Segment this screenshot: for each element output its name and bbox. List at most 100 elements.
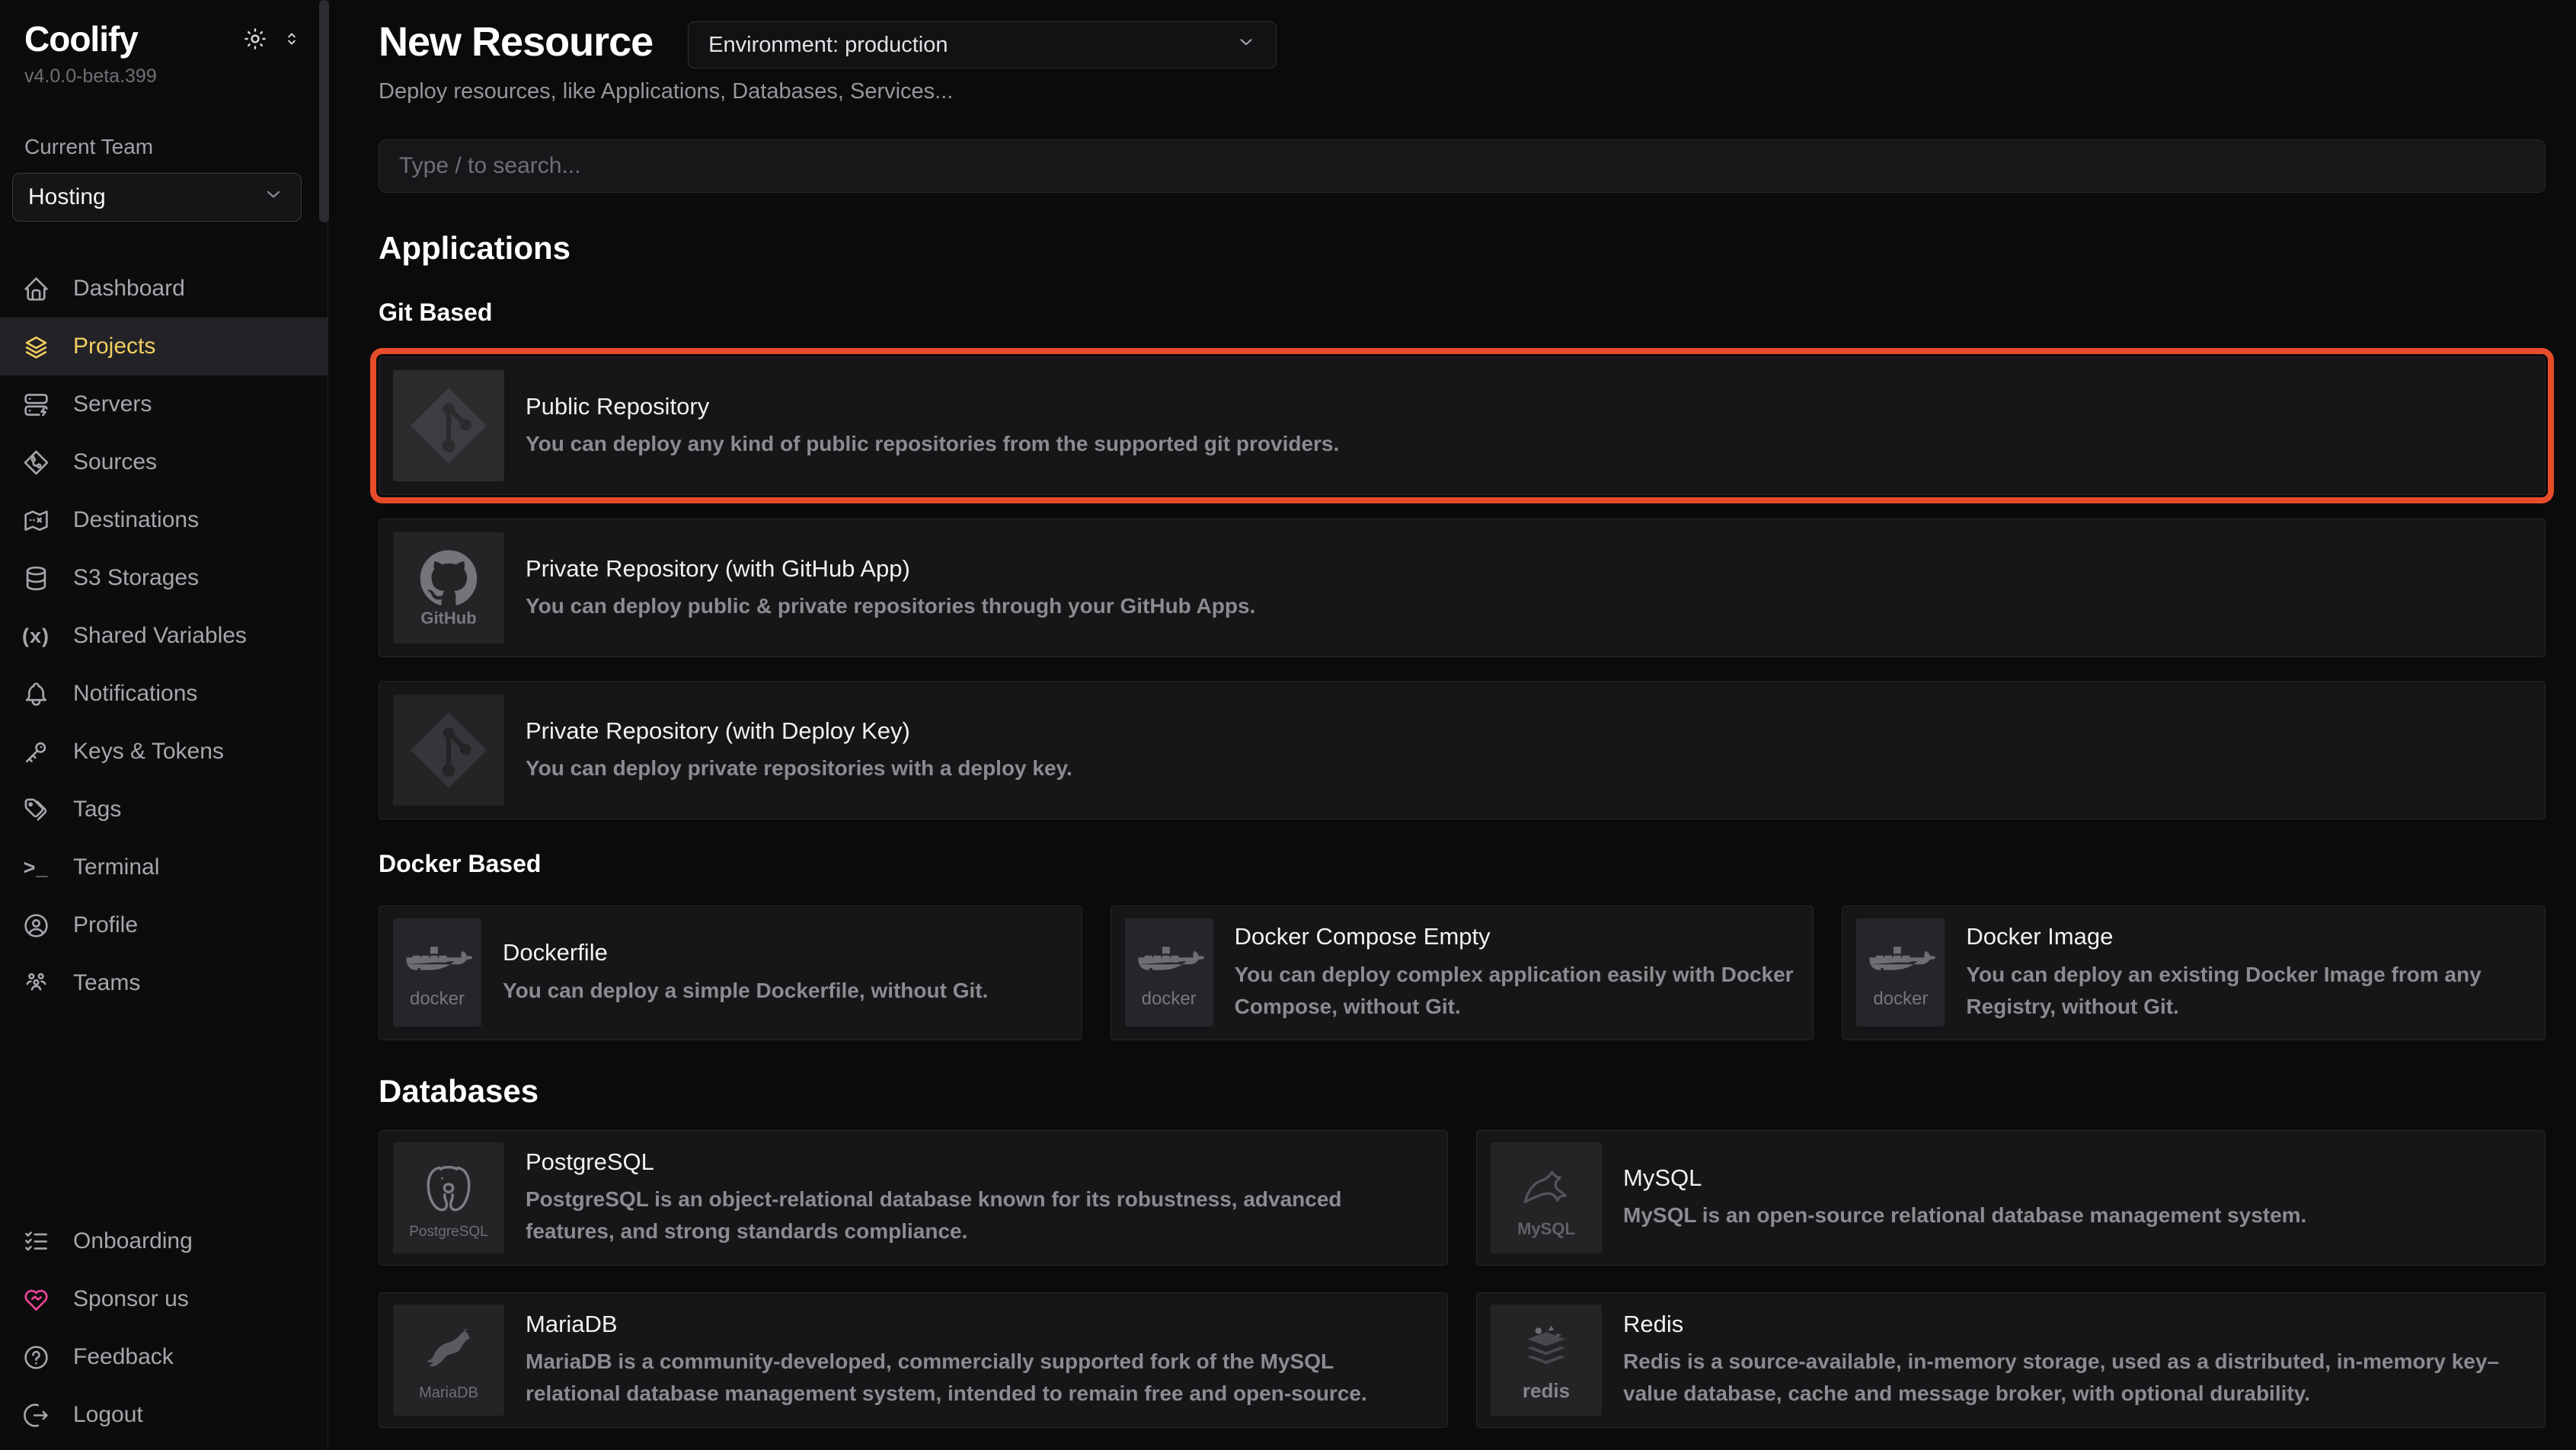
sidebar-item-label: Destinations <box>73 507 199 533</box>
card-mariadb[interactable]: MariaDB MariaDB MariaDB is a community-d… <box>379 1292 1448 1428</box>
sidebar-item-feedback[interactable]: Feedback <box>0 1328 328 1386</box>
sidebar-item-label: Feedback <box>73 1344 174 1370</box>
sidebar-item-servers[interactable]: Servers <box>0 375 328 433</box>
map-icon <box>21 506 50 535</box>
postgresql-logo: PostgreSQL <box>393 1142 504 1254</box>
sidebar-item-keys-tokens[interactable]: Keys & Tokens <box>0 723 328 781</box>
key-icon <box>21 737 50 766</box>
docker-wordmark: docker <box>1873 990 1928 1008</box>
sidebar-item-notifications[interactable]: Notifications <box>0 665 328 723</box>
sidebar-footer-menu: Onboarding Sponsor us Feedback Logout <box>0 1212 328 1450</box>
git-logo <box>393 695 504 806</box>
mariadb-logo: MariaDB <box>393 1305 504 1416</box>
sidebar-item-shared-variables[interactable]: (x) Shared Variables <box>0 607 328 665</box>
card-redis[interactable]: redis Redis Redis is a source-available,… <box>1476 1292 2546 1428</box>
card-postgresql[interactable]: PostgreSQL PostgreSQL PostgreSQL is an o… <box>379 1130 1448 1266</box>
docker-logo: docker <box>1125 918 1213 1027</box>
card-title: PostgreSQL <box>526 1148 1429 1176</box>
sidebar-item-teams[interactable]: Teams <box>0 954 328 1012</box>
help-circle-icon <box>21 1343 50 1372</box>
sidebar-item-projects[interactable]: Projects <box>0 318 328 375</box>
user-circle-icon <box>21 911 50 940</box>
card-docker-compose-empty[interactable]: docker Docker Compose Empty You can depl… <box>1111 905 1814 1040</box>
sidebar-item-label: S3 Storages <box>73 565 199 591</box>
mysql-wordmark: MySQL <box>1517 1221 1575 1238</box>
logout-icon <box>21 1400 50 1429</box>
docker-wordmark: docker <box>1142 990 1197 1008</box>
sidebar-item-label: Onboarding <box>73 1228 193 1254</box>
search-input[interactable] <box>379 139 2546 193</box>
sidebar-item-destinations[interactable]: Destinations <box>0 491 328 549</box>
card-description: You can deploy private repositories with… <box>526 752 1072 784</box>
git-diamond-icon <box>21 448 50 477</box>
checklist-icon <box>21 1227 50 1256</box>
chevron-down-icon <box>263 184 284 211</box>
card-dockerfile[interactable]: docker Dockerfile You can deploy a simpl… <box>379 905 1082 1040</box>
sidebar-item-sources[interactable]: Sources <box>0 433 328 491</box>
layers-icon <box>21 332 50 361</box>
team-select-value: Hosting <box>28 184 106 210</box>
redis-logo: redis <box>1491 1305 1602 1416</box>
users-icon <box>21 969 50 998</box>
sidebar: Coolify <box>0 0 328 1450</box>
docker-based-cards: docker Dockerfile You can deploy a simpl… <box>379 905 2546 1040</box>
sidebar-item-label: Projects <box>73 334 155 359</box>
mysql-logo: MySQL <box>1491 1142 1602 1254</box>
team-select[interactable]: Hosting <box>12 173 302 222</box>
docker-logo: docker <box>393 918 481 1027</box>
section-title-applications: Applications <box>379 231 2546 266</box>
sidebar-item-dashboard[interactable]: Dashboard <box>0 260 328 318</box>
card-description: MySQL is an open-source relational datab… <box>1623 1199 2306 1231</box>
sidebar-item-label: Sources <box>73 449 157 475</box>
environment-select[interactable]: Environment: production <box>688 21 1277 69</box>
main-content: New Resource Environment: production Dep… <box>328 0 2576 1450</box>
sidebar-item-logout[interactable]: Logout <box>0 1386 328 1444</box>
environment-select-value: Environment: production <box>708 33 948 58</box>
app-version: v4.0.0-beta.399 <box>12 65 302 88</box>
sidebar-item-label: Dashboard <box>73 276 185 302</box>
sidebar-item-sponsor[interactable]: Sponsor us <box>0 1270 328 1328</box>
sidebar-item-onboarding[interactable]: Onboarding <box>0 1212 328 1270</box>
card-private-repository-github-app[interactable]: GitHub Private Repository (with GitHub A… <box>379 519 2546 657</box>
page-title: New Resource <box>379 20 653 65</box>
chevron-down-icon <box>1236 32 1256 58</box>
card-title: Docker Image <box>1966 922 2526 950</box>
card-private-repository-deploy-key[interactable]: Private Repository (with Deploy Key) You… <box>379 681 2546 819</box>
theme-toggle-button[interactable] <box>242 26 268 52</box>
database-icon <box>21 564 50 592</box>
tags-icon <box>21 795 50 824</box>
card-title: Private Repository (with Deploy Key) <box>526 717 1072 745</box>
card-description: PostgreSQL is an object-relational datab… <box>526 1183 1429 1247</box>
heart-hands-icon <box>21 1285 50 1314</box>
github-logo: GitHub <box>393 532 504 644</box>
sidebar-item-label: Tags <box>73 797 121 822</box>
sidebar-item-s3-storages[interactable]: S3 Storages <box>0 549 328 607</box>
sidebar-item-terminal[interactable]: >_ Terminal <box>0 838 328 896</box>
card-mysql[interactable]: MySQL MySQL MySQL is an open-source rela… <box>1476 1130 2546 1266</box>
sidebar-item-tags[interactable]: Tags <box>0 781 328 838</box>
server-icon <box>21 390 50 419</box>
database-cards: PostgreSQL PostgreSQL PostgreSQL is an o… <box>379 1130 2546 1428</box>
card-title: Redis <box>1623 1310 2526 1338</box>
sun-icon <box>242 26 268 52</box>
page-header: New Resource Environment: production <box>379 0 2546 69</box>
section-title-databases: Databases <box>379 1074 2546 1109</box>
subsection-title-git-based: Git Based <box>379 299 2546 326</box>
sidebar-collapse-button[interactable] <box>282 29 302 49</box>
sidebar-item-profile[interactable]: Profile <box>0 896 328 954</box>
sidebar-header: Coolify <box>0 0 328 222</box>
card-title: MariaDB <box>526 1310 1429 1338</box>
card-description: You can deploy public & private reposito… <box>526 590 1255 622</box>
docker-logo: docker <box>1856 918 1945 1027</box>
subsection-title-docker-based: Docker Based <box>379 851 2546 877</box>
card-public-repository[interactable]: Public Repository You can deploy any kin… <box>379 356 2546 495</box>
bell-icon <box>21 679 50 708</box>
sidebar-item-label: Profile <box>73 912 138 938</box>
card-description: You can deploy an existing Docker Image … <box>1966 959 2526 1023</box>
card-title: Private Repository (with GitHub App) <box>526 554 1255 583</box>
card-docker-image[interactable]: docker Docker Image You can deploy an ex… <box>1842 905 2546 1040</box>
sidebar-item-label: Shared Variables <box>73 623 247 649</box>
sidebar-item-label: Keys & Tokens <box>73 739 224 765</box>
card-description: You can deploy complex application easil… <box>1235 959 1795 1023</box>
sidebar-item-label: Terminal <box>73 854 159 880</box>
